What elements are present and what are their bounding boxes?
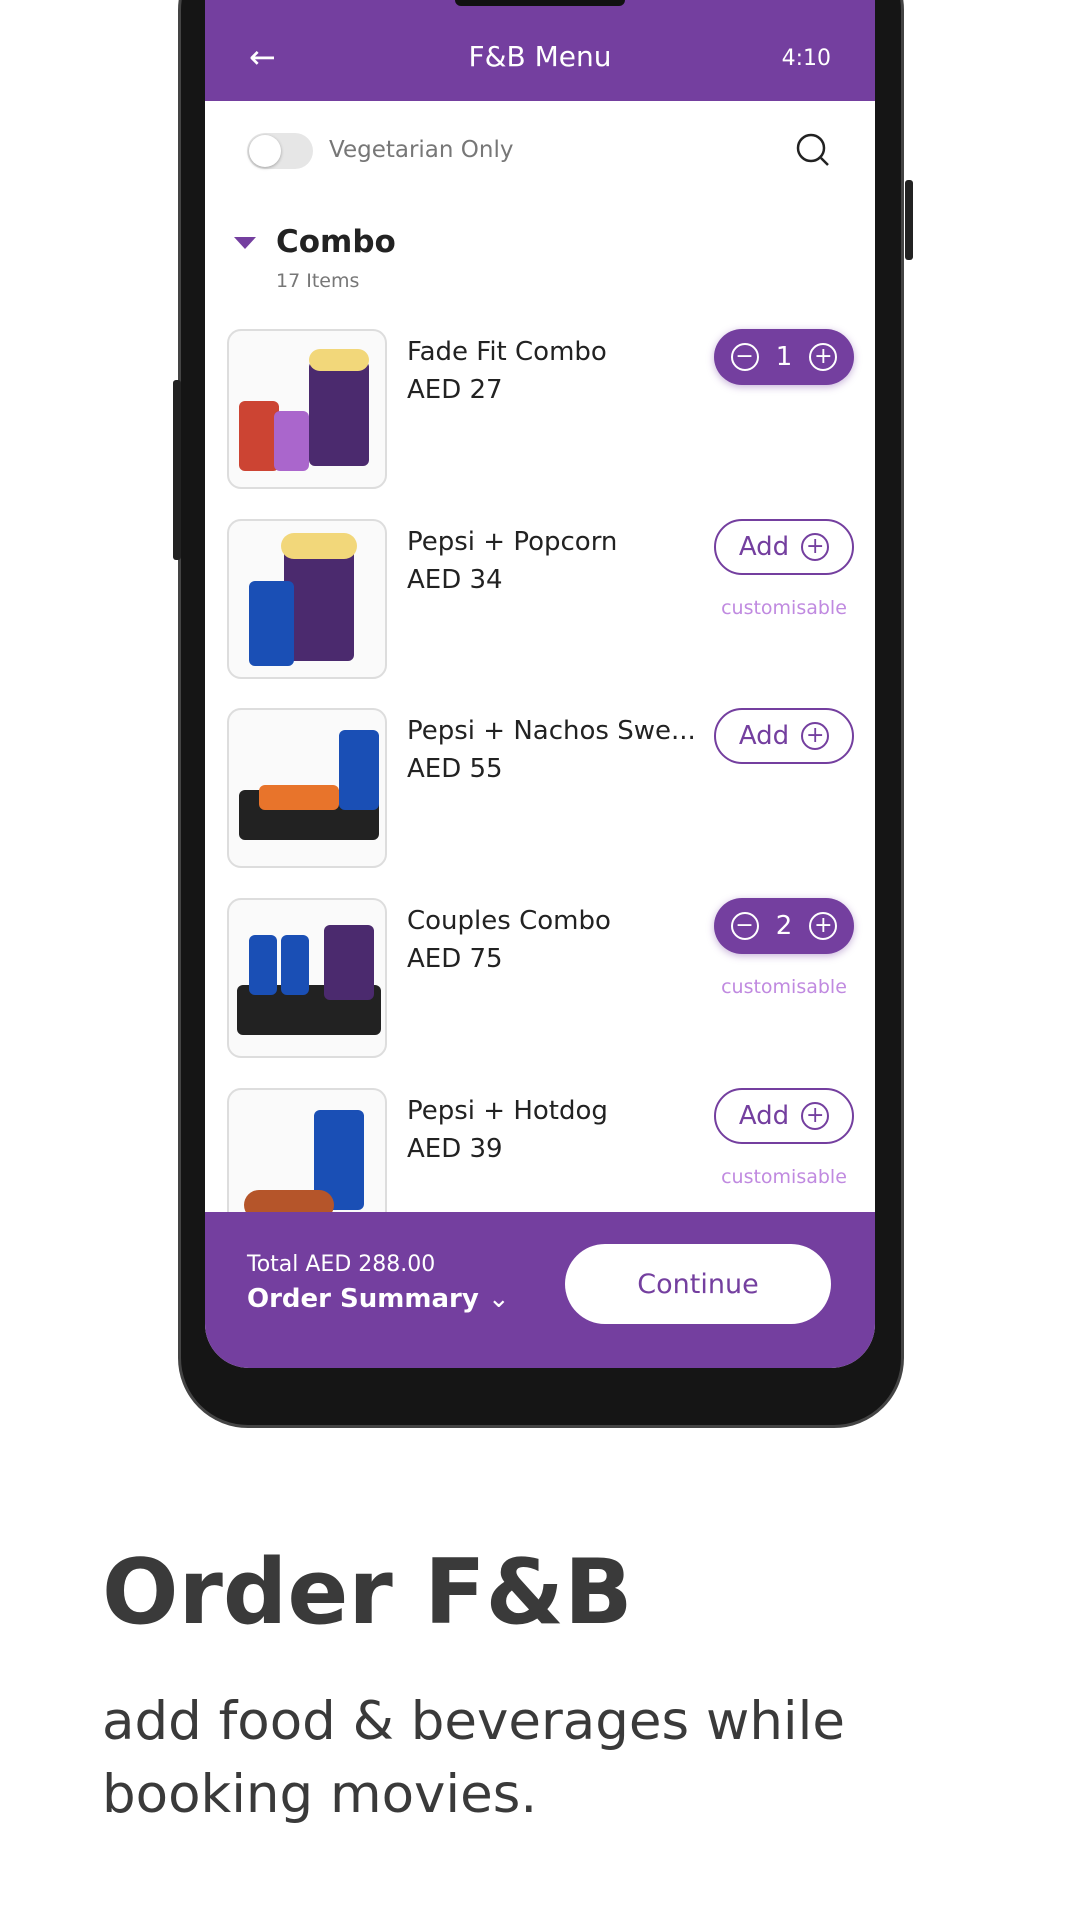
phone-button [905, 180, 913, 260]
plus-icon[interactable]: + [809, 343, 838, 371]
app-screen: ← F&B Menu 4:10 Vegetarian Only Combo 17… [205, 0, 875, 1368]
quantity-stepper: − 1 + [714, 329, 854, 385]
add-label: Add [738, 532, 790, 562]
promo-subtitle: add food & beverages while booking movie… [102, 1691, 845, 1825]
minus-icon[interactable]: − [730, 343, 759, 371]
vegetarian-toggle[interactable] [247, 133, 313, 169]
camera-notch [455, 0, 625, 6]
add-label: Add [738, 721, 790, 751]
product-image [227, 329, 387, 489]
order-bar: Total AED 288.00 Order Summary ⌄ Continu… [205, 1212, 875, 1368]
customisable-label: customisable [721, 1166, 847, 1188]
customisable-label: customisable [721, 976, 847, 998]
add-button[interactable]: Add + [714, 1088, 854, 1144]
toggle-knob [249, 135, 281, 167]
minus-icon[interactable]: − [730, 912, 759, 940]
customisable-label: customisable [721, 597, 847, 619]
order-summary-toggle[interactable]: Order Summary ⌄ [247, 1284, 510, 1314]
item-name: Pepsi + Popcorn [407, 527, 618, 557]
continue-button[interactable]: Continue [565, 1244, 831, 1324]
item-price: AED 55 [407, 754, 503, 784]
order-total: Total AED 288.00 [247, 1252, 436, 1277]
list-item[interactable]: Pepsi + Nachos Swe... AED 55 Add + [227, 708, 857, 868]
plus-icon: + [801, 1102, 830, 1130]
quantity-stepper: − 2 + [714, 898, 854, 954]
add-button[interactable]: Add + [714, 519, 854, 575]
add-label: Add [738, 1101, 790, 1131]
promo-title: Order F&B [102, 1540, 633, 1645]
item-price: AED 39 [407, 1134, 503, 1164]
item-name: Fade Fit Combo [407, 337, 607, 367]
plus-icon: + [801, 722, 830, 750]
list-item[interactable]: Couples Combo AED 75 − 2 + customisable [227, 898, 857, 1058]
page-title: F&B Menu [468, 40, 612, 73]
product-image [227, 708, 387, 868]
app-header: ← F&B Menu 4:10 [205, 0, 875, 101]
chevron-down-icon: ⌄ [487, 1284, 510, 1314]
quantity-value: 2 [775, 911, 793, 941]
quantity-value: 1 [775, 342, 793, 372]
item-name: Couples Combo [407, 906, 611, 936]
phone-button [173, 380, 181, 560]
add-button[interactable]: Add + [714, 708, 854, 764]
timer: 4:10 [781, 46, 831, 71]
vegetarian-label: Vegetarian Only [329, 137, 514, 163]
item-price: AED 27 [407, 375, 503, 405]
item-name: Pepsi + Hotdog [407, 1096, 608, 1126]
product-image [227, 519, 387, 679]
list-item[interactable]: Pepsi + Popcorn AED 34 Add + customisable [227, 519, 857, 679]
product-image [227, 898, 387, 1058]
category-title[interactable]: Combo [276, 224, 396, 260]
item-name: Pepsi + Nachos Swe... [407, 716, 696, 746]
plus-icon: + [801, 533, 830, 561]
category-count: 17 Items [276, 270, 360, 292]
caret-down-icon[interactable] [234, 237, 256, 249]
list-item[interactable]: Fade Fit Combo AED 27 − 1 + [227, 329, 857, 489]
item-price: AED 34 [407, 565, 503, 595]
order-summary-label: Order Summary [247, 1284, 479, 1314]
item-price: AED 75 [407, 944, 503, 974]
search-icon[interactable] [795, 132, 831, 168]
plus-icon[interactable]: + [809, 912, 838, 940]
